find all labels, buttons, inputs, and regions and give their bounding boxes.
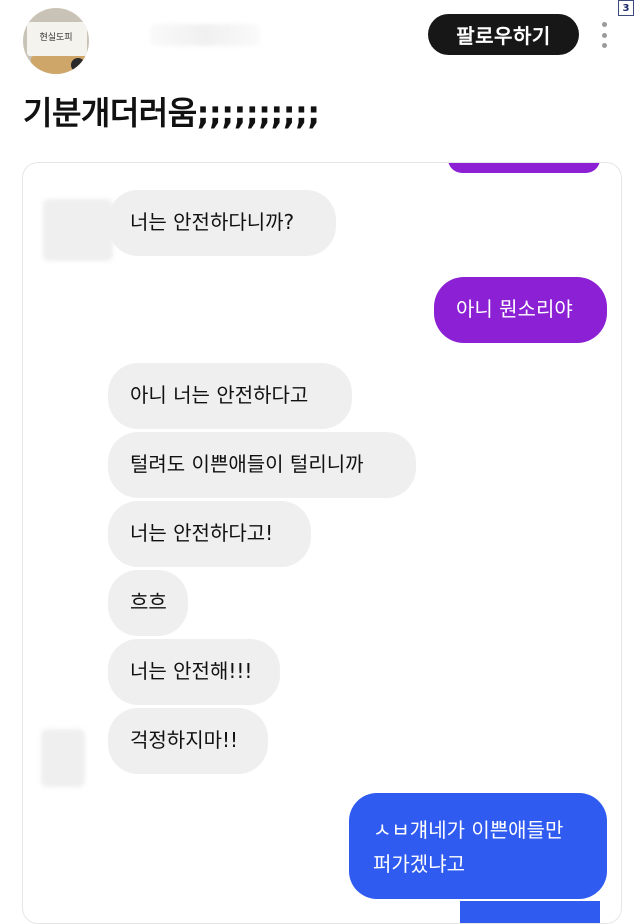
chat-screenshot: 너는 안전하다니까? 아니 뭔소리야 아니 너는 안전하다고 털려도 이쁜애들이… — [22, 162, 622, 924]
sender-avatar-redacted — [43, 199, 113, 261]
previous-outgoing-bubble-edge — [448, 163, 600, 173]
chat-message: 걱정하지마!! — [108, 708, 268, 774]
chat-message: 너는 안전하다니까? — [108, 190, 336, 256]
more-options-icon[interactable] — [597, 22, 611, 48]
chat-message: 너는 안전해!!! — [108, 639, 280, 705]
chat-message: 너는 안전하다고! — [108, 501, 311, 567]
avatar-label: 현실도피 — [39, 33, 73, 43]
chat-message: ㅅㅂ걔네가 이쁜애들만 퍼가겠냐고 — [349, 793, 607, 899]
avatar-dot — [71, 58, 85, 72]
chat-message: 흐흐 — [108, 570, 188, 636]
username-redacted — [150, 24, 260, 46]
post-title: 기분개더러움;;;;;;;;;; — [23, 94, 320, 132]
chat-message: 털려도 이쁜애들이 털리니까 — [108, 432, 416, 498]
chat-message: 아니 뭔소리야 — [434, 277, 607, 343]
chat-message: 아니 너는 안전하다고 — [108, 363, 352, 429]
follow-button[interactable]: 팔로우하기 — [428, 14, 579, 55]
outgoing-bubble-tail — [460, 901, 600, 923]
sender-avatar-redacted — [41, 729, 85, 787]
page-number-badge: 3 — [618, 0, 634, 16]
avatar[interactable]: 현실도피 — [23, 8, 89, 74]
